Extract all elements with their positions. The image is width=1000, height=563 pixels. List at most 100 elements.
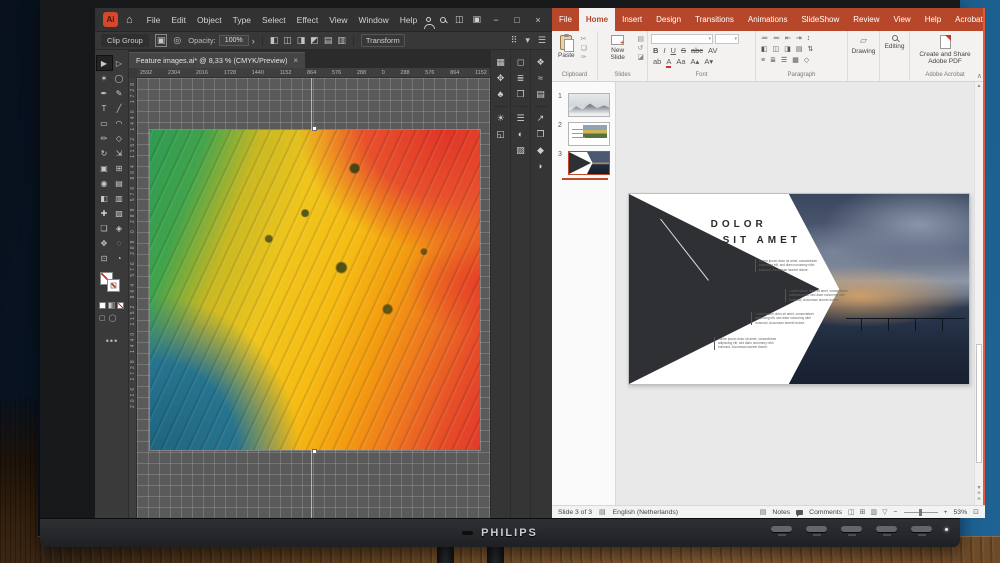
- tool-icon[interactable]: ◉: [97, 176, 112, 190]
- slide[interactable]: DOLOR SIT AMET Lorem ipsum dolor sit ame…: [628, 193, 970, 385]
- feather-image[interactable]: [150, 130, 480, 450]
- tool-icon[interactable]: ✶: [97, 71, 112, 85]
- zoom-level[interactable]: 53%: [954, 509, 968, 516]
- tool-icon[interactable]: ◠: [112, 116, 127, 130]
- font-size-combo[interactable]: ▾: [715, 34, 739, 44]
- clipboard-small-icon[interactable]: ✑: [581, 54, 587, 61]
- paragraph-icon[interactable]: ≔: [761, 34, 768, 43]
- font-format-icon[interactable]: I: [663, 46, 665, 55]
- tool-icon[interactable]: ⊞: [112, 161, 127, 175]
- slide-text-block[interactable]: Lorem ipsum dolor sit amet, consectetuer…: [755, 259, 823, 272]
- paragraph-icon[interactable]: ⇥: [796, 34, 802, 43]
- ribbon-tab-transitions[interactable]: Transitions: [688, 8, 741, 31]
- paragraph-icon[interactable]: ◫: [773, 45, 780, 54]
- tool-icon[interactable]: ⊡: [97, 251, 112, 265]
- language-indicator[interactable]: English (Netherlands): [613, 509, 678, 516]
- close-button[interactable]: ×: [532, 15, 544, 25]
- zoom-slider[interactable]: [904, 512, 938, 513]
- ribbon-tab-view[interactable]: View: [887, 8, 918, 31]
- view-button[interactable]: ▥: [871, 508, 878, 516]
- ribbon-tab-review[interactable]: Review: [846, 8, 886, 31]
- panel-icon[interactable]: ✥: [497, 74, 505, 83]
- panel-icon[interactable]: ♣: [498, 90, 504, 99]
- font-format-icon[interactable]: AV: [708, 46, 717, 55]
- home-icon[interactable]: ⌂: [126, 14, 133, 26]
- paragraph-icon[interactable]: ▦: [792, 56, 799, 65]
- minimize-button[interactable]: −: [490, 15, 502, 25]
- paragraph-icon[interactable]: ↕: [807, 34, 811, 43]
- illustrator-canvas[interactable]: 2592230420161728144011528645762880288576…: [129, 68, 490, 518]
- tool-icon[interactable]: ◯: [112, 71, 127, 85]
- ribbon-tab-design[interactable]: Design: [649, 8, 688, 31]
- zoom-slider-thumb[interactable]: [919, 509, 922, 516]
- gradient-button[interactable]: [108, 302, 115, 309]
- restore-button[interactable]: □: [511, 15, 523, 25]
- panel-icon[interactable]: ❐: [536, 130, 544, 139]
- panel-icon[interactable]: ◐: [518, 130, 523, 139]
- panel-icon[interactable]: ↗: [537, 114, 545, 123]
- panel-icon[interactable]: ❒: [516, 90, 524, 99]
- ribbon-tab-slideshow[interactable]: SlideShow: [794, 8, 846, 31]
- panel-icon[interactable]: ▨: [516, 146, 525, 155]
- paragraph-icon[interactable]: ☰: [781, 56, 787, 65]
- tool-icon[interactable]: T: [97, 101, 112, 115]
- tool-icon[interactable]: ✎: [112, 86, 127, 100]
- menu-item-object[interactable]: Object: [197, 15, 222, 25]
- tool-icon[interactable]: ▷: [112, 56, 127, 70]
- collapse-ribbon-icon[interactable]: ∧: [977, 72, 982, 80]
- target-icon[interactable]: ◎: [173, 35, 181, 46]
- panel-option-icon[interactable]: ☰: [538, 35, 546, 46]
- monitor-power-button[interactable]: [911, 526, 932, 532]
- clipboard-small-icon[interactable]: ❏: [581, 45, 587, 52]
- font-format-icon[interactable]: B: [653, 46, 658, 55]
- font-format-icon[interactable]: S: [681, 46, 686, 55]
- panel-option-icon[interactable]: ⠿: [511, 35, 518, 46]
- next-slide-icon[interactable]: ≚: [975, 497, 983, 503]
- panel-icon[interactable]: ≈: [538, 74, 543, 83]
- accessibility-icon[interactable]: ▤: [599, 508, 606, 516]
- selection-handle[interactable]: [312, 126, 317, 131]
- fit-to-window-icon[interactable]: ⊡: [973, 508, 979, 516]
- panel-icon[interactable]: ▤: [536, 90, 545, 99]
- panel-icon[interactable]: ◻: [517, 58, 524, 67]
- menu-item-help[interactable]: Help: [400, 15, 417, 25]
- align-icon[interactable]: ▤: [324, 35, 333, 46]
- slide-text-block[interactable]: Lorem ipsum dolor sit amet, consectetuer…: [714, 337, 782, 350]
- tool-icon[interactable]: ◌: [112, 236, 127, 250]
- tool-icon[interactable]: ✒: [97, 86, 112, 100]
- slides-small-icon[interactable]: ◪: [637, 54, 644, 61]
- selection-handle[interactable]: [312, 449, 317, 454]
- anchor-icon[interactable]: ▣: [156, 35, 167, 46]
- create-pdf-button[interactable]: Create and Share Adobe PDF: [913, 34, 977, 67]
- menu-item-type[interactable]: Type: [233, 15, 251, 25]
- document-tab[interactable]: Feature images.ai* @ 8,33 % (CMYK/Previe…: [129, 52, 305, 68]
- monitor-button[interactable]: [806, 526, 827, 532]
- view-button[interactable]: ⊞: [860, 508, 866, 516]
- comments-button[interactable]: Comments: [809, 509, 842, 516]
- vertical-scrollbar[interactable]: ▲ ▼ ≙ ≚: [974, 82, 983, 505]
- ribbon-tab-help[interactable]: Help: [918, 8, 948, 31]
- zoom-out-button[interactable]: −: [894, 509, 898, 516]
- align-icon[interactable]: ◨: [297, 35, 306, 46]
- font-extra-icon[interactable]: ab: [653, 57, 661, 68]
- fill-stroke-swatches[interactable]: [100, 272, 124, 296]
- font-extra-icon[interactable]: A▾: [704, 57, 713, 68]
- tool-icon[interactable]: ▥: [112, 191, 127, 205]
- tool-icon[interactable]: ▶: [97, 56, 112, 70]
- none-button[interactable]: [117, 302, 124, 309]
- font-extra-icon[interactable]: Aa: [676, 57, 685, 68]
- slide-thumbnail[interactable]: [568, 93, 610, 117]
- menu-item-select[interactable]: Select: [262, 15, 286, 25]
- panel-icon[interactable]: ▦: [496, 58, 505, 67]
- tool-icon[interactable]: ▤: [112, 176, 127, 190]
- slide-thumbnail[interactable]: [568, 122, 610, 146]
- draw-mode-icon[interactable]: ▢: [99, 314, 106, 322]
- monitor-button[interactable]: [771, 526, 792, 532]
- tool-icon[interactable]: ▣: [97, 161, 112, 175]
- align-icon[interactable]: ◧: [270, 35, 279, 46]
- search-icon[interactable]: [440, 17, 446, 23]
- slide-thumbnail[interactable]: [568, 151, 610, 175]
- tool-icon[interactable]: ⇲: [112, 146, 127, 160]
- view-button[interactable]: ▽: [882, 508, 887, 516]
- paragraph-icon[interactable]: ≣: [770, 56, 776, 65]
